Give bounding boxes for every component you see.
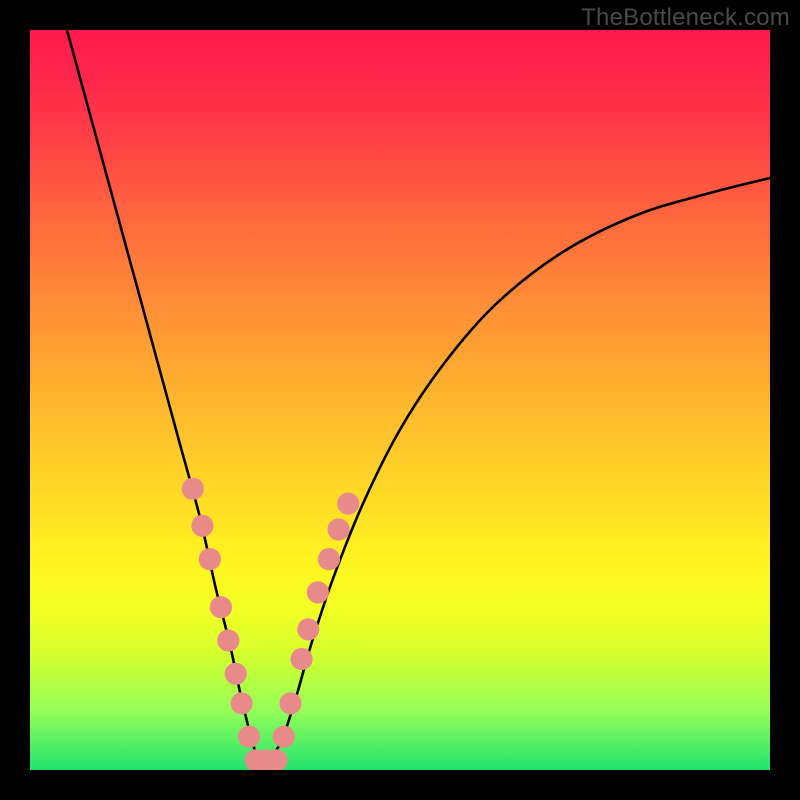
highlight-dot xyxy=(238,726,260,748)
highlight-dot xyxy=(217,629,239,651)
watermark-text: TheBottleneck.com xyxy=(581,4,790,32)
highlight-dot xyxy=(297,618,319,640)
highlight-dot xyxy=(290,648,312,670)
highlight-dot xyxy=(337,493,359,515)
chart-frame: TheBottleneck.com xyxy=(0,0,800,800)
bottleneck-curve xyxy=(67,30,770,765)
highlight-dot xyxy=(210,596,232,618)
highlight-dot xyxy=(191,515,213,537)
highlight-dot xyxy=(225,663,247,685)
highlight-dots-group xyxy=(182,478,360,770)
highlight-dot xyxy=(273,726,295,748)
curve-svg xyxy=(30,30,770,770)
highlight-dot xyxy=(182,478,204,500)
plot-area xyxy=(30,30,770,770)
highlight-dot xyxy=(199,548,221,570)
highlight-dot xyxy=(318,548,340,570)
highlight-dot xyxy=(231,692,253,714)
highlight-dot xyxy=(307,581,329,603)
highlight-dot xyxy=(327,518,349,540)
highlight-dot xyxy=(279,692,301,714)
